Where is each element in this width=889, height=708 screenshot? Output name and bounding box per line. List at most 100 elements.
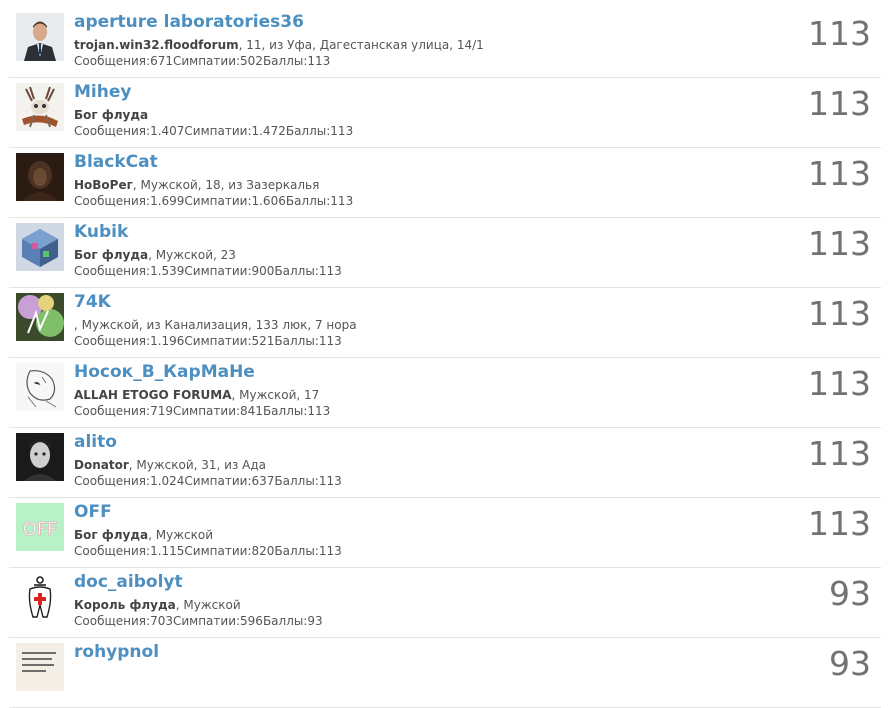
- member-details: , Мужской, 23: [148, 248, 236, 262]
- member-info: Бог флуда: [74, 107, 148, 123]
- points-label: Баллы:: [262, 404, 308, 418]
- member-name-link[interactable]: Mihey: [74, 81, 131, 103]
- messages-label: Сообщения:: [74, 474, 151, 488]
- member-info: Король флуда, Мужской: [74, 597, 241, 613]
- member-stats: Сообщения:1.539Симпатии:900Баллы:113: [74, 263, 342, 279]
- likes-count: 1.606: [251, 194, 286, 208]
- member-name-link[interactable]: alito: [74, 431, 117, 453]
- off-text-avatar: OFF: [16, 503, 64, 551]
- member-info: ALLAH ETOGO FORUMA, Мужской, 17: [74, 387, 319, 403]
- points-count: 113: [307, 54, 331, 68]
- messages-count: 1.699: [150, 194, 185, 208]
- list-item: 74K , Мужской, из Канализация, 133 люк, …: [9, 288, 881, 358]
- member-stats: Сообщения:1.024Симпатии:637Баллы:113: [74, 473, 342, 489]
- points-label: Баллы:: [285, 124, 331, 138]
- likes-count: 637: [251, 474, 275, 488]
- messages-count: 1.539: [150, 264, 185, 278]
- colorful-abstract-avatar: [16, 293, 64, 341]
- points-count: 113: [330, 194, 354, 208]
- member-info: Бог флуда, Мужской: [74, 527, 213, 543]
- member-info: , Мужской, из Канализация, 133 люк, 7 но…: [74, 317, 357, 333]
- messages-label: Сообщения:: [74, 614, 151, 628]
- tooth-avatar: [16, 573, 64, 621]
- points-label: Баллы:: [274, 264, 319, 278]
- avatar[interactable]: [16, 293, 64, 341]
- member-info: НоВоРег, Мужской, 18, из Зазеркалья: [74, 177, 319, 193]
- points-count: 113: [307, 404, 331, 418]
- score-value: 113: [808, 14, 871, 53]
- member-title: Бог флуда: [74, 108, 149, 122]
- member-name-link[interactable]: 74K: [74, 291, 111, 313]
- member-name-link[interactable]: rohypnol: [74, 641, 159, 663]
- points-count: 113: [318, 544, 342, 558]
- score-value: 113: [808, 364, 871, 403]
- member-name-link[interactable]: BlackCat: [74, 151, 158, 173]
- member-title: Бог флуда: [74, 248, 149, 262]
- score-value: 93: [829, 574, 871, 613]
- avatar[interactable]: [16, 13, 64, 61]
- messages-count: 1.115: [150, 544, 185, 558]
- likes-label: Симпатии:: [172, 614, 241, 628]
- messages-count: 1.024: [150, 474, 185, 488]
- likes-count: 502: [240, 54, 263, 68]
- member-stats: Сообщения:1.699Симпатии:1.606Баллы:113: [74, 193, 353, 209]
- member-name-link[interactable]: Kubik: [74, 221, 128, 243]
- messages-label: Сообщения:: [74, 544, 151, 558]
- avatar[interactable]: OFF: [16, 503, 64, 551]
- member-stats: Сообщения:1.115Симпатии:820Баллы:113: [74, 543, 342, 559]
- messages-label: Сообщения:: [74, 404, 151, 418]
- messages-count: 719: [150, 404, 173, 418]
- member-name-link[interactable]: OFF: [74, 501, 112, 523]
- list-item: OFF OFF Бог флуда, Мужской Сообщения:1.1…: [9, 498, 881, 568]
- member-stats: Сообщения:703Симпатии:596Баллы:93: [74, 613, 323, 629]
- bw-portrait-avatar: [16, 433, 64, 481]
- member-info: Бог флуда, Мужской, 23: [74, 247, 236, 263]
- likes-count: 900: [251, 264, 275, 278]
- avatar[interactable]: [16, 223, 64, 271]
- list-item: Носок_В_КарМаНе ALLAH ETOGO FORUMA, Мужс…: [9, 358, 881, 428]
- man-in-suit-avatar: [16, 13, 64, 61]
- points-label: Баллы:: [262, 54, 308, 68]
- avatar[interactable]: [16, 573, 64, 621]
- list-item: alito Donator, Мужской, 31, из Ада Сообщ…: [9, 428, 881, 498]
- list-item: BlackCat НоВоРег, Мужской, 18, из Зазерк…: [9, 148, 881, 218]
- points-label: Баллы:: [274, 334, 319, 348]
- score-value: 93: [829, 644, 871, 683]
- member-name-link[interactable]: aperture laboratories36: [74, 11, 304, 33]
- avatar[interactable]: [16, 363, 64, 411]
- avatar[interactable]: [16, 643, 64, 691]
- text-note-avatar: [16, 643, 64, 691]
- member-info: Donator, Мужской, 31, из Ада: [74, 457, 266, 473]
- points-label: Баллы:: [262, 614, 308, 628]
- avatar[interactable]: [16, 153, 64, 201]
- likes-count: 521: [251, 334, 275, 348]
- avatar[interactable]: [16, 433, 64, 481]
- messages-label: Сообщения:: [74, 54, 151, 68]
- points-label: Баллы:: [274, 474, 319, 488]
- score-value: 113: [808, 224, 871, 263]
- messages-label: Сообщения:: [74, 264, 151, 278]
- messages-count: 703: [150, 614, 173, 628]
- messages-count: 1.196: [150, 334, 185, 348]
- avatar[interactable]: [16, 83, 64, 131]
- member-details: , Мужской, 31, из Ада: [128, 458, 267, 472]
- likes-count: 820: [251, 544, 275, 558]
- likes-count: 1.472: [251, 124, 286, 138]
- member-title: ALLAH ETOGO FORUMA: [74, 388, 232, 402]
- score-value: 113: [808, 434, 871, 473]
- points-label: Баллы:: [274, 544, 319, 558]
- member-name-link[interactable]: doc_aibolyt: [74, 571, 183, 593]
- list-item: rohypnol 93: [9, 638, 881, 708]
- member-name-link[interactable]: Носок_В_КарМаНе: [74, 361, 255, 383]
- score-value: 113: [808, 504, 871, 543]
- member-stats: Сообщения:1.407Симпатии:1.472Баллы:113: [74, 123, 353, 139]
- likes-label: Симпатии:: [184, 124, 252, 138]
- likes-label: Симпатии:: [184, 264, 252, 278]
- member-stats: Сообщения:719Симпатии:841Баллы:113: [74, 403, 330, 419]
- svg-text:OFF: OFF: [23, 519, 58, 540]
- likes-label: Симпатии:: [184, 544, 252, 558]
- list-item: Mihey Бог флуда Сообщения:1.407Симпатии:…: [9, 78, 881, 148]
- member-details: , Мужской, 18, из Зазеркалья: [132, 178, 320, 192]
- member-title: Бог флуда: [74, 528, 149, 542]
- likes-label: Симпатии:: [184, 474, 252, 488]
